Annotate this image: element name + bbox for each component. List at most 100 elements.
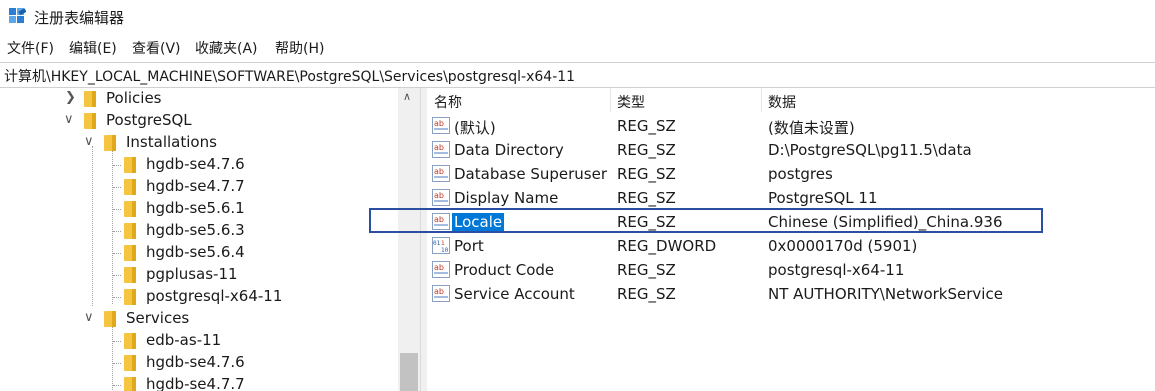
address-path[interactable]: 计算机\HKEY_LOCAL_MACHINE\SOFTWARE\PostgreS…	[4, 66, 575, 86]
chevron-down-icon[interactable]: ∨	[84, 134, 98, 150]
tree-item-label: hgdb-se5.6.3	[146, 221, 245, 239]
tree-guide	[113, 209, 121, 210]
chevron-right-icon[interactable]: ❯	[65, 90, 79, 106]
string-value-icon: ab	[432, 141, 450, 158]
value-data: 0x0000170d (5901)	[768, 237, 918, 255]
address-bar[interactable]: 计算机\HKEY_LOCAL_MACHINE\SOFTWARE\PostgreS…	[0, 62, 1155, 88]
tree-item-label: PostgreSQL	[106, 111, 192, 129]
tree-guide	[113, 297, 121, 298]
tree-scrollbar[interactable]: ∧	[398, 88, 420, 391]
value-name: Port	[454, 237, 484, 255]
column-header-name[interactable]: 名称	[434, 92, 462, 112]
tree-item-label: Installations	[126, 133, 217, 151]
folder-icon	[124, 289, 136, 305]
tree-item-label: hgdb-se4.7.7	[146, 177, 245, 195]
title-bar: 注册表编辑器	[0, 0, 1155, 34]
tree-item-label: edb-as-11	[146, 331, 222, 349]
value-type: REG_SZ	[617, 261, 676, 279]
value-row[interactable]: ab Service Account REG_SZ NT AUTHORITY\N…	[427, 282, 1155, 306]
value-data: PostgreSQL 11	[768, 189, 878, 207]
tree-guide	[113, 165, 121, 166]
svg-text:ab: ab	[434, 263, 444, 272]
value-name: Display Name	[454, 189, 559, 207]
tree-guide	[113, 187, 121, 188]
value-data: postgresql-x64-11	[768, 261, 905, 279]
svg-text:1: 1	[441, 240, 445, 247]
value-data: D:\PostgreSQL\pg11.5\data	[768, 141, 972, 159]
tree-guide	[112, 146, 113, 304]
value-data: postgres	[768, 165, 833, 183]
folder-icon	[104, 311, 116, 327]
string-value-icon: ab	[432, 261, 450, 278]
tree-guide	[113, 231, 121, 232]
value-list: 名称 类型 数据 ab (默认) REG_SZ (数值未设置) ab Data …	[427, 88, 1155, 391]
tree-item-label: Policies	[106, 89, 162, 107]
scroll-up-arrow-icon[interactable]: ∧	[403, 90, 411, 103]
menu-view[interactable]: 查看(V)	[132, 38, 181, 58]
string-value-icon: ab	[432, 285, 450, 302]
tree-item-label: hgdb-se5.6.4	[146, 243, 245, 261]
column-header-data[interactable]: 数据	[768, 92, 796, 112]
menu-help[interactable]: 帮助(H)	[275, 38, 324, 58]
tree-item-label: hgdb-se4.7.6	[146, 353, 245, 371]
tree-item-label: hgdb-se5.6.1	[146, 199, 245, 217]
folder-icon	[124, 245, 136, 261]
svg-text:ab: ab	[434, 143, 444, 152]
value-type: REG_SZ	[617, 285, 676, 303]
folder-icon	[124, 179, 136, 195]
column-header-type[interactable]: 类型	[617, 92, 645, 112]
key-tree: ❯ Policies ∨ PostgreSQL ∨ Installations …	[0, 88, 420, 391]
value-type: REG_DWORD	[617, 237, 717, 255]
string-value-icon: ab	[432, 165, 450, 182]
value-name: Data Directory	[454, 141, 564, 159]
value-name: Database Superuser	[454, 165, 608, 183]
value-row[interactable]: ab Display Name REG_SZ PostgreSQL 11	[427, 186, 1155, 210]
folder-icon	[124, 267, 136, 283]
tree-item-label: hgdb-se4.7.6	[146, 155, 245, 173]
folder-icon	[84, 113, 96, 129]
folder-icon	[84, 91, 96, 107]
tree-guide	[112, 322, 113, 391]
folder-icon	[124, 223, 136, 239]
tree-guide	[113, 385, 121, 386]
highlight-annotation-box	[369, 208, 1043, 233]
menu-favorites[interactable]: 收藏夹(A)	[195, 38, 258, 58]
tree-guide	[113, 275, 121, 276]
value-name: Product Code	[454, 261, 555, 279]
svg-text:ab: ab	[434, 119, 444, 128]
value-name: Service Account	[454, 285, 575, 303]
menu-edit[interactable]: 编辑(E)	[69, 38, 117, 58]
folder-icon	[104, 135, 116, 151]
scrollbar-thumb[interactable]	[400, 353, 418, 391]
value-type: REG_SZ	[617, 117, 676, 135]
value-row[interactable]: 01 10 1 Port REG_DWORD 0x0000170d (5901)	[427, 234, 1155, 258]
folder-icon	[124, 333, 136, 349]
column-separator[interactable]	[761, 88, 762, 112]
tree-item-label: postgresql-x64-11	[146, 287, 283, 305]
column-separator[interactable]	[610, 88, 611, 112]
value-row[interactable]: ab Data Directory REG_SZ D:\PostgreSQL\p…	[427, 138, 1155, 162]
window-title: 注册表编辑器	[34, 9, 125, 27]
folder-icon	[124, 201, 136, 217]
value-row[interactable]: ab (默认) REG_SZ (数值未设置)	[427, 114, 1155, 138]
tree-guide	[113, 253, 121, 254]
svg-text:ab: ab	[434, 287, 444, 296]
tree-item-label: hgdb-se4.7.7	[146, 375, 245, 391]
registry-editor-icon	[9, 8, 26, 23]
value-type: REG_SZ	[617, 141, 676, 159]
value-type: REG_SZ	[617, 189, 676, 207]
folder-icon	[124, 355, 136, 371]
menu-bar: 文件(F) 编辑(E) 查看(V) 收藏夹(A) 帮助(H)	[0, 36, 1155, 60]
pane-splitter[interactable]	[420, 88, 427, 391]
value-row[interactable]: ab Product Code REG_SZ postgresql-x64-11	[427, 258, 1155, 282]
value-type: REG_SZ	[617, 165, 676, 183]
folder-icon	[124, 377, 136, 391]
value-data: (数值未设置)	[768, 119, 855, 137]
chevron-down-icon[interactable]: ∨	[64, 112, 78, 128]
chevron-down-icon[interactable]: ∨	[84, 310, 98, 326]
menu-file[interactable]: 文件(F)	[7, 38, 54, 58]
svg-text:10: 10	[441, 247, 449, 254]
value-row[interactable]: ab Database Superuser REG_SZ postgres	[427, 162, 1155, 186]
string-value-icon: ab	[432, 189, 450, 206]
tree-guide	[113, 341, 121, 342]
